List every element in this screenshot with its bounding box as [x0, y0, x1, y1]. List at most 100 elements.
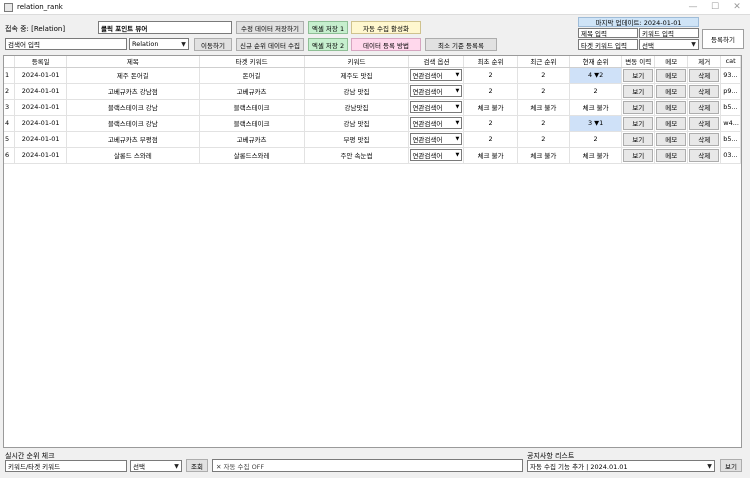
search-option-select[interactable]: 연관검색어 ▼	[410, 85, 463, 97]
memo-button[interactable]: 메모	[656, 100, 687, 114]
header-title[interactable]: 제목	[66, 56, 200, 68]
min-criteria-register-button[interactable]: 최소 기준 등록록	[425, 38, 497, 51]
table-row[interactable]: 6 2024-01-01 살롱드 스와레 살롱드스와레 주안 속눈썹 연관검색어 ▼ 체크 불…	[4, 147, 741, 164]
history-button[interactable]: 보기	[623, 148, 654, 162]
remove-button[interactable]: 삭제	[689, 100, 720, 114]
excel-save-1-button[interactable]: 엑셀 저장 1	[308, 21, 348, 34]
cell-memo: 메모	[654, 99, 689, 116]
cell-recent-rank: 2	[517, 131, 570, 148]
cell-search-option: 연관검색어 ▼	[408, 131, 465, 148]
app-icon	[4, 3, 13, 12]
header-recent-rank[interactable]: 최근 순위	[517, 56, 570, 68]
history-button[interactable]: 보기	[623, 68, 654, 82]
realtime-keyword-input[interactable]: 키워드/타겟 키워드	[5, 460, 127, 472]
remove-button[interactable]: 삭제	[689, 84, 720, 98]
header-first-rank[interactable]: 최초 순위	[463, 56, 518, 68]
cell-history: 보기	[621, 67, 656, 84]
search-input[interactable]: 검색어 입력	[5, 38, 127, 50]
search-option-select[interactable]: 연관검색어 ▼	[410, 149, 463, 161]
cell-history: 보기	[621, 115, 656, 132]
header-search-option[interactable]: 검색 옵션	[408, 56, 465, 68]
header-current-rank[interactable]: 현재 순위	[569, 56, 623, 68]
history-button[interactable]: 보기	[623, 132, 654, 146]
notice-select-value: 자동 수집 기능 추가 | 2024.01.01	[530, 463, 628, 471]
query-button[interactable]: 조회	[186, 459, 208, 472]
target-keyword-input[interactable]: 타겟 키워드 입력	[578, 39, 638, 50]
cell-first-rank: 체크 불가	[463, 99, 518, 116]
header-cat[interactable]: cat	[720, 56, 741, 68]
register-option-select[interactable]: 선택 ▼	[639, 39, 699, 50]
cell-remove: 삭제	[687, 99, 722, 116]
collect-new-rank-button[interactable]: 신규 순위 데이터 수집	[236, 38, 304, 51]
auto-collect-status: ✕ 자동 수집 OFF	[212, 459, 523, 472]
register-button[interactable]: 등록하기	[702, 29, 744, 49]
history-button[interactable]: 보기	[623, 100, 654, 114]
cell-remove: 삭제	[687, 83, 722, 100]
memo-button[interactable]: 메모	[656, 68, 687, 82]
title-input[interactable]: 제목 입력	[578, 28, 638, 38]
excel-save-2-button[interactable]: 엑셀 저장 2	[308, 38, 348, 51]
cell-recent-rank: 체크 불가	[517, 99, 570, 116]
remove-button[interactable]: 삭제	[689, 116, 720, 130]
cell-first-rank: 2	[463, 83, 518, 100]
realtime-option-select[interactable]: 선택 ▼	[130, 460, 182, 472]
notice-select[interactable]: 자동 수집 기능 추가 | 2024.01.01 ▼	[527, 460, 715, 472]
cell-target-keyword: 고베규카츠	[199, 83, 305, 100]
search-option-select[interactable]: 연관검색어 ▼	[410, 133, 463, 145]
viewer-title-field[interactable]: 클릭 포인트 뷰어	[98, 21, 232, 34]
search-option-select[interactable]: 연관검색어 ▼	[410, 69, 463, 81]
maximize-button[interactable]: ☐	[704, 1, 726, 14]
save-edit-data-button[interactable]: 수정 데이터 저장하기	[236, 21, 304, 34]
move-button[interactable]: 이동하기	[194, 38, 232, 51]
header-keyword[interactable]: 키워드	[304, 56, 410, 68]
cell-history: 보기	[621, 131, 656, 148]
cell-memo: 메모	[654, 115, 689, 132]
minimize-button[interactable]: —	[682, 1, 704, 14]
keyword-input[interactable]: 키워드 입력	[639, 28, 699, 38]
cell-current-rank: 체크 불가	[569, 147, 623, 164]
chevron-down-icon: ▼	[455, 120, 460, 126]
table-row[interactable]: 3 2024-01-01 블랙스테이크 강남 블랙스테이크 강남맛집 연관검색어 ▼ 체크 불…	[4, 99, 741, 116]
cell-cat: b5...	[720, 99, 741, 116]
header-target-keyword[interactable]: 타겟 키워드	[199, 56, 305, 68]
cell-title: 제주 돈어길	[66, 67, 200, 84]
header-remove[interactable]: 제거	[687, 56, 722, 68]
chevron-down-icon: ▼	[455, 136, 460, 142]
cell-keyword: 강남맛집	[304, 99, 410, 116]
chevron-down-icon: ▼	[455, 104, 460, 110]
close-button[interactable]: ✕	[726, 1, 748, 14]
memo-button[interactable]: 메모	[656, 148, 687, 162]
header-date[interactable]: 등록일	[14, 56, 68, 68]
cell-keyword: 부평 맛집	[304, 131, 410, 148]
remove-button[interactable]: 삭제	[689, 132, 720, 146]
cell-memo: 메모	[654, 67, 689, 84]
cell-memo: 메모	[654, 131, 689, 148]
notice-view-button[interactable]: 보기	[720, 459, 742, 472]
cell-history: 보기	[621, 147, 656, 164]
memo-button[interactable]: 메모	[656, 84, 687, 98]
header-history[interactable]: 변동 이력	[621, 56, 656, 68]
cell-target-keyword: 블랙스테이크	[199, 115, 305, 132]
cell-memo: 메모	[654, 147, 689, 164]
cell-cat: p9...	[720, 83, 741, 100]
cell-title: 고베규카츠 강남점	[66, 83, 200, 100]
table-row[interactable]: 2 2024-01-01 고베규카츠 강남점 고베규카츠 강남 맛집 연관검색어 ▼ 2 2 2 보…	[4, 83, 741, 100]
search-option-select[interactable]: 연관검색어 ▼	[410, 117, 463, 129]
memo-button[interactable]: 메모	[656, 116, 687, 130]
table-row[interactable]: 4 2024-01-01 블랙스테이크 강남 블랙스테이크 강남 맛집 연관검색어 ▼ 2 2 3…	[4, 115, 741, 132]
remove-button[interactable]: 삭제	[689, 148, 720, 162]
cell-remove: 삭제	[687, 115, 722, 132]
data-register-method-button[interactable]: 데이터 등록 방법	[351, 38, 421, 51]
relation-select[interactable]: Relation ▼	[129, 38, 189, 50]
table-row[interactable]: 5 2024-01-01 고베규카츠 부평점 고베규카츠 부평 맛집 연관검색어 ▼ 2 2 2 보…	[4, 131, 741, 148]
history-button[interactable]: 보기	[623, 84, 654, 98]
header-memo[interactable]: 메모	[654, 56, 689, 68]
chevron-down-icon: ▼	[174, 462, 179, 470]
memo-button[interactable]: 메모	[656, 132, 687, 146]
history-button[interactable]: 보기	[623, 116, 654, 130]
title-bar: relation_rank — ☐ ✕	[0, 0, 750, 15]
table-row[interactable]: 1 2024-01-01 제주 돈어길 돈어길 제주도 맛집 연관검색어 ▼ 2 2 4 ▼2 보기…	[4, 67, 741, 84]
search-option-select[interactable]: 연관검색어 ▼	[410, 101, 463, 113]
remove-button[interactable]: 삭제	[689, 68, 720, 82]
auto-collect-enable-button[interactable]: 자동 수집 활성화	[351, 21, 421, 34]
